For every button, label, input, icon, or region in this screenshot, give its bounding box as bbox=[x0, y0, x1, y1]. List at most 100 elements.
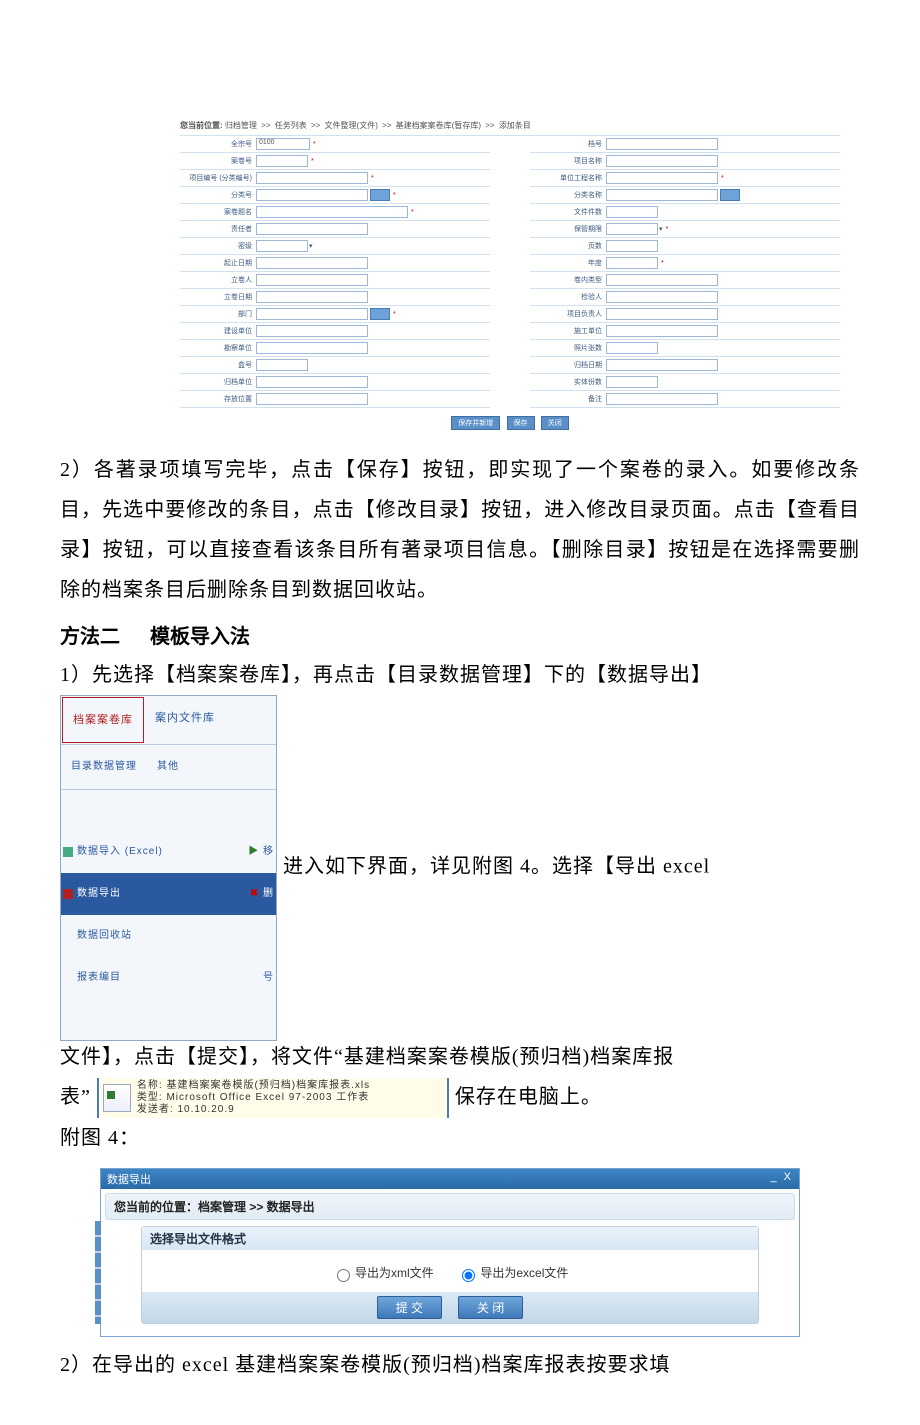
form-label: 备注 bbox=[532, 394, 606, 404]
form-row: 项目负责人 bbox=[530, 306, 840, 323]
menu-item-trail: 号 bbox=[263, 958, 274, 998]
form-row: 分类名称 bbox=[530, 187, 840, 204]
tab-inner-file[interactable]: 案内文件库 bbox=[145, 696, 225, 744]
blank-icon bbox=[63, 931, 73, 941]
export-icon bbox=[63, 889, 73, 899]
form-input[interactable] bbox=[256, 393, 368, 405]
window-controls[interactable]: _ X bbox=[770, 1171, 793, 1187]
paragraph-method2-mid2: 文件】，点击【提交】，将文件“基建档案案卷模版(预归档)档案库报 bbox=[60, 1037, 860, 1077]
form-label: 归档日期 bbox=[532, 360, 606, 370]
menu-item-label: 数据回收站 bbox=[77, 916, 132, 956]
form-input[interactable] bbox=[606, 206, 658, 218]
form-input[interactable] bbox=[256, 155, 308, 167]
form-input[interactable] bbox=[606, 376, 658, 388]
form-input[interactable] bbox=[606, 240, 658, 252]
form-input[interactable] bbox=[256, 291, 368, 303]
form-input[interactable] bbox=[256, 274, 368, 286]
form-input[interactable] bbox=[606, 172, 718, 184]
export-dialog-figure: 数据导出 _ X 您当前的位置：档案管理 >> 数据导出 选择导出文件格式 导出… bbox=[100, 1168, 800, 1337]
form-input[interactable] bbox=[256, 206, 408, 218]
form-input[interactable] bbox=[256, 376, 368, 388]
form-input[interactable]: 0100 bbox=[256, 138, 310, 150]
form-input[interactable] bbox=[606, 308, 718, 320]
form-input[interactable] bbox=[606, 155, 718, 167]
menu-item-label: 数据导入 (Excel) bbox=[77, 832, 163, 872]
form-input[interactable] bbox=[606, 393, 718, 405]
form-label: 照片张数 bbox=[532, 343, 606, 353]
tab-archive[interactable]: 档案案卷库 bbox=[62, 697, 144, 743]
form-label: 卷内类型 bbox=[532, 275, 606, 285]
form-input[interactable] bbox=[256, 359, 308, 371]
form-label: 盒号 bbox=[182, 360, 256, 370]
form-label: 施工单位 bbox=[532, 326, 606, 336]
menu-item-trail: ▶ 移 bbox=[248, 832, 274, 872]
required-mark: * bbox=[393, 192, 396, 199]
form-row: 保管期限▾* bbox=[530, 221, 840, 238]
file-sender-line: 发送者: 10.10.20.9 bbox=[137, 1104, 370, 1116]
subtab-other[interactable]: 其他 bbox=[147, 745, 189, 789]
form-input[interactable] bbox=[606, 359, 718, 371]
radio-excel[interactable]: 导出为excel文件 bbox=[457, 1266, 568, 1280]
paragraph-step2b: 2）在导出的 excel 基建档案案卷模版(预归档)档案库报表按要求填 bbox=[60, 1345, 860, 1385]
menu-item[interactable]: 数据回收站 bbox=[61, 915, 276, 957]
form-row: 勘察单位 bbox=[180, 340, 490, 357]
radio-xml[interactable]: 导出为xml文件 bbox=[332, 1266, 437, 1280]
required-mark: * bbox=[371, 175, 374, 182]
required-mark: * bbox=[411, 209, 414, 216]
save-button[interactable]: 保存 bbox=[507, 416, 535, 430]
save-and-new-button[interactable]: 保存并新增 bbox=[451, 416, 500, 430]
form-row: 项目名称 bbox=[530, 153, 840, 170]
paragraph-method2-lead: 1）先选择【档案案卷库】，再点击【目录数据管理】下的【数据导出】 bbox=[60, 655, 860, 695]
method2-heading: 方法二模板导入法 bbox=[60, 620, 860, 649]
subtab-catalog[interactable]: 目录数据管理 bbox=[61, 745, 147, 789]
close-dialog-button[interactable]: 关 闭 bbox=[458, 1296, 523, 1319]
menu-item[interactable]: 数据导入 (Excel) ▶ 移 bbox=[61, 831, 276, 873]
form-input[interactable] bbox=[256, 342, 368, 354]
form-label: 项目负责人 bbox=[532, 309, 606, 319]
form-input[interactable] bbox=[256, 257, 368, 269]
form-input[interactable] bbox=[606, 223, 658, 235]
form-row: 年度* bbox=[530, 255, 840, 272]
form-label: 建设单位 bbox=[182, 326, 256, 336]
chevron-down-icon[interactable]: ▾ bbox=[309, 242, 313, 250]
chevron-down-icon[interactable]: ▾ bbox=[659, 225, 663, 233]
menu-item-trail: ✖ 删 bbox=[250, 874, 274, 914]
form-input[interactable] bbox=[256, 325, 368, 337]
blank-icon bbox=[63, 973, 73, 983]
submit-button[interactable]: 提 交 bbox=[377, 1296, 442, 1319]
form-input[interactable] bbox=[606, 342, 658, 354]
menu-item[interactable]: 报表编目号 bbox=[61, 957, 276, 999]
form-row: 责任者 bbox=[180, 221, 490, 238]
form-input[interactable] bbox=[256, 240, 308, 252]
form-input[interactable] bbox=[606, 325, 718, 337]
form-label: 立卷日期 bbox=[182, 292, 256, 302]
dialog-breadcrumb: 您当前的位置：档案管理 >> 数据导出 bbox=[105, 1193, 795, 1220]
form-label: 文件件数 bbox=[532, 207, 606, 217]
form-row: 归档单位 bbox=[180, 374, 490, 391]
picker-button[interactable] bbox=[370, 189, 390, 201]
paragraph-step2: 2）各著录项填写完毕，点击【保存】按钮，即实现了一个案卷的录入。如要修改条目，先… bbox=[60, 450, 860, 610]
form-input[interactable] bbox=[606, 291, 718, 303]
form-button-row: 保存并新增 保存 关闭 bbox=[180, 416, 840, 430]
form-row: 密级▾ bbox=[180, 238, 490, 255]
form-input[interactable] bbox=[606, 138, 718, 150]
form-input[interactable] bbox=[606, 257, 658, 269]
picker-button[interactable] bbox=[720, 189, 740, 201]
form-input[interactable] bbox=[256, 223, 368, 235]
paragraph-method2-tail: 表” 名称: 基建档案案卷模版(预归档)档案库报表.xls 类型: Micros… bbox=[60, 1077, 860, 1118]
form-label: 存放位置 bbox=[182, 394, 256, 404]
form-row: 备注 bbox=[530, 391, 840, 408]
form-input[interactable] bbox=[256, 172, 368, 184]
form-row: 存放位置 bbox=[180, 391, 490, 408]
menu-item[interactable]: 数据导出✖ 删 bbox=[61, 873, 276, 915]
form-input[interactable] bbox=[256, 189, 368, 201]
form-input[interactable] bbox=[606, 189, 718, 201]
form-label: 案卷题名 bbox=[182, 207, 256, 217]
picker-button[interactable] bbox=[370, 308, 390, 320]
close-button[interactable]: 关闭 bbox=[541, 416, 569, 430]
form-input[interactable] bbox=[606, 274, 718, 286]
form-input[interactable] bbox=[256, 308, 368, 320]
required-mark: * bbox=[313, 141, 316, 148]
required-mark: * bbox=[666, 226, 669, 233]
form-label: 部门 bbox=[182, 309, 256, 319]
